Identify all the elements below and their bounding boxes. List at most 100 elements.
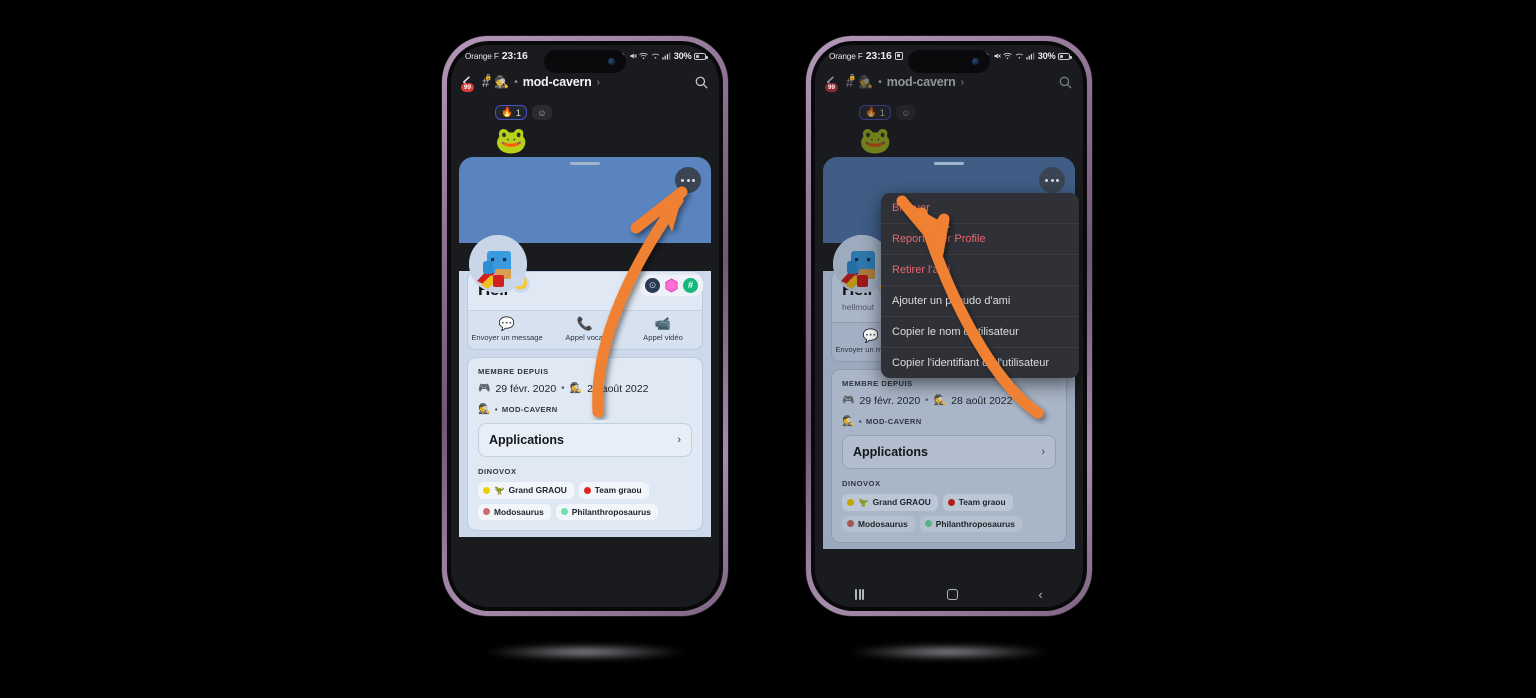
battery-icon <box>1058 52 1072 60</box>
menu-item-remove-friend[interactable]: Retirer l'ami <box>881 255 1079 286</box>
role-label: Philanthroposaurus <box>571 506 651 517</box>
chevron-right-icon: › <box>1041 445 1045 458</box>
dynamic-island <box>908 50 990 73</box>
roles-title: DINOVOX <box>478 466 517 476</box>
role-tag[interactable]: 🦖 Grand GRAOU <box>842 493 938 511</box>
sheet-grabber[interactable] <box>570 162 600 165</box>
server-name: MOD-CAVERN <box>501 404 558 414</box>
roles-title: DINOVOX <box>842 478 881 488</box>
header-separator: • <box>878 76 882 88</box>
more-options-button[interactable] <box>675 167 701 193</box>
role-tag[interactable]: Modosaurus <box>842 515 915 532</box>
video-call-button[interactable]: 📹 Appel vidéo <box>624 311 702 349</box>
role-color-dot <box>483 508 490 516</box>
date-separator: • <box>925 395 929 407</box>
add-reaction-icon[interactable]: ☺ <box>531 105 552 120</box>
chevron-right-icon: › <box>960 76 964 88</box>
role-color-dot <box>583 486 591 494</box>
hash-lock-icon: # 🔒 <box>482 74 493 90</box>
recents-icon[interactable] <box>855 588 866 600</box>
server-emoji-icon: 🕵️ <box>494 75 510 89</box>
roles-list: 🦖 Grand GRAOU Team graou Modosaurus Phil… <box>842 493 1056 532</box>
role-tag[interactable]: 🦖 Grand GRAOU <box>478 481 574 499</box>
role-tag[interactable]: Philanthroposaurus <box>555 503 658 520</box>
applications-row[interactable]: Applications › <box>842 434 1056 469</box>
battery-percent-label: 30% <box>673 51 692 61</box>
reaction-count: 1 <box>515 107 521 118</box>
phone-right: Orange F 23:16 30% 99 # 🔒 🕵️ • mod-caver… <box>806 36 1092 616</box>
role-label: Grand GRAOU <box>508 485 567 496</box>
server-join-date: 28 août 2022 <box>587 382 649 395</box>
battery-percent-label: 30% <box>1037 51 1056 61</box>
badge-hexagon-icon[interactable] <box>664 278 679 293</box>
profile-badges: ⊙ # <box>640 275 703 296</box>
chevron-right-icon: › <box>677 433 681 446</box>
profile-card-body: 🌙 ⊙ # Hell <box>459 235 711 537</box>
back-icon[interactable]: ‹ <box>1038 588 1042 601</box>
reaction-row: 🔥 1 ☺ <box>859 105 916 120</box>
server-row: 🕵️ • MOD-CAVERN <box>478 404 692 415</box>
phone-icon: 📞 <box>576 315 594 331</box>
sheet-grabber[interactable] <box>934 162 964 165</box>
wifi-icon <box>639 52 648 59</box>
member-info-card: MEMBRE DEPUIS 🎮 29 févr. 2020 • 🕵️ 28 ao… <box>831 368 1067 543</box>
fire-emoji-icon: 🔥 <box>501 107 513 118</box>
role-tag[interactable]: Modosaurus <box>478 503 551 520</box>
carrier-label: Orange F <box>465 51 499 61</box>
menu-item-copy-username[interactable]: Copier le nom d'utilisateur <box>881 317 1079 348</box>
home-icon[interactable] <box>946 588 958 600</box>
menu-item-copy-user-id[interactable]: Copier l'identifiant de l'utilisateur <box>881 348 1079 378</box>
clock-label: 23:16 <box>865 50 892 62</box>
role-tag[interactable]: Philanthroposaurus <box>919 515 1022 532</box>
server-join-date: 28 août 2022 <box>951 394 1013 407</box>
role-emoji-icon: 🦖 <box>858 496 869 507</box>
reaction-chip[interactable]: 🔥 1 <box>495 105 527 120</box>
search-icon[interactable] <box>694 75 709 90</box>
discord-join-date: 29 févr. 2020 <box>859 394 921 407</box>
avatar-wrapper: 🌙 <box>469 235 530 293</box>
voice-call-button[interactable]: 📞 Appel vocal <box>546 311 624 349</box>
back-button[interactable]: 99 <box>459 73 477 92</box>
server-row: 🕵️ • MOD-CAVERN <box>842 416 1056 427</box>
role-label: Team graou <box>958 497 1006 508</box>
signal-icon <box>1026 52 1035 60</box>
role-tag[interactable]: Team graou <box>578 481 649 499</box>
back-button[interactable]: 99 <box>823 73 841 92</box>
menu-item-report[interactable]: Report User Profile <box>881 224 1079 255</box>
header-separator: • <box>514 76 518 88</box>
member-since-label: MEMBRE DEPUIS <box>478 366 549 376</box>
applications-label: Applications <box>489 432 565 447</box>
video-icon: 📹 <box>654 315 672 331</box>
unread-badge: 99 <box>825 83 838 92</box>
role-label: Modosaurus <box>494 506 544 517</box>
role-tag[interactable]: Team graou <box>942 493 1013 511</box>
badge-nitro-icon[interactable]: ⊙ <box>645 278 660 293</box>
unread-badge: 99 <box>461 83 474 92</box>
video-call-label: Appel vidéo <box>643 332 683 342</box>
role-label: Philanthroposaurus <box>935 518 1015 529</box>
channel-title: mod-cavern <box>522 75 592 89</box>
role-color-dot <box>847 498 854 506</box>
menu-item-add-nickname[interactable]: Ajouter un pseudo d'ami <box>881 286 1079 317</box>
phone-shadow-left <box>485 644 685 660</box>
fire-emoji-icon: 🔥 <box>865 107 877 118</box>
applications-row[interactable]: Applications › <box>478 422 692 457</box>
add-reaction-icon[interactable]: ☺ <box>895 105 916 120</box>
server-icon: 🕵️ <box>569 383 583 395</box>
more-options-button[interactable] <box>1039 167 1065 193</box>
reaction-row: 🔥 1 ☺ <box>495 105 552 120</box>
server-avatar-icon: 🕵️ <box>842 415 855 427</box>
menu-item-block[interactable]: Bloquer <box>881 193 1079 224</box>
phone-bezel: Orange F 23:16 30% 99 # 🔒 🕵️ • mod-caver… <box>811 41 1087 611</box>
search-icon[interactable] <box>1058 75 1073 90</box>
role-emoji-icon: 🦖 <box>494 484 505 495</box>
role-label: Team graou <box>594 485 642 496</box>
send-message-button[interactable]: 💬 Envoyer un message <box>468 311 546 349</box>
phone-screen-right: Orange F 23:16 30% 99 # 🔒 🕵️ • mod-caver… <box>815 45 1083 607</box>
badge-hash-icon[interactable]: # <box>683 278 698 293</box>
role-color-dot <box>560 508 568 516</box>
role-color-dot <box>483 486 490 494</box>
reaction-chip[interactable]: 🔥 1 <box>859 105 891 120</box>
network-icon <box>651 53 659 59</box>
battery-icon <box>694 52 708 60</box>
